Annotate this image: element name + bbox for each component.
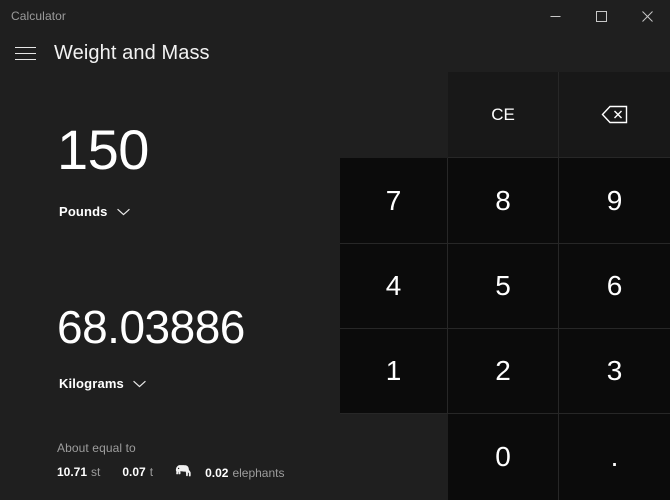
key-label: 8: [495, 184, 511, 216]
key-decimal[interactable]: .: [559, 414, 670, 500]
minimize-button[interactable]: [532, 0, 578, 32]
equivalent-stone: 10.71 st: [57, 464, 100, 480]
key-5[interactable]: 5: [448, 244, 559, 329]
key-8[interactable]: 8: [448, 158, 559, 244]
key-label: 9: [606, 184, 623, 216]
key-6[interactable]: 6: [559, 244, 670, 329]
key-3[interactable]: 3: [559, 329, 670, 414]
equivalent-tonne: 0.07 t: [122, 464, 153, 480]
window-controls: [532, 0, 670, 32]
maximize-icon: [595, 10, 607, 22]
about-equal-label: About equal to: [57, 441, 136, 455]
key-label: 3: [606, 355, 623, 386]
output-value[interactable]: 68.03886: [0, 300, 340, 354]
title-bar: Calculator: [0, 0, 670, 32]
key-label: 4: [385, 270, 402, 301]
equivalent-unit: elephants: [232, 466, 285, 480]
hamburger-bar: [15, 47, 36, 48]
backspace-button[interactable]: [559, 72, 670, 158]
close-button[interactable]: [624, 0, 670, 32]
input-unit-label: Pounds: [59, 204, 108, 219]
output-unit-label: Kilograms: [59, 376, 124, 391]
equivalent-value: 10.71: [57, 465, 88, 479]
hamburger-bar: [15, 53, 36, 54]
clear-entry-label: CE: [491, 104, 515, 124]
equivalent-value: 0.07: [122, 465, 146, 479]
key-label: 1: [385, 355, 402, 386]
keypad: CE 7 8 9 4 5 6 1 2 3 0 .: [340, 72, 670, 500]
maximize-button[interactable]: [578, 0, 624, 32]
key-label: 2: [495, 355, 511, 386]
chevron-down-icon: [133, 380, 146, 387]
key-label: 6: [606, 270, 623, 301]
input-unit-block: 150 Pounds: [0, 118, 340, 223]
equivalent-value: 0.02: [205, 466, 229, 480]
conversion-panel: 150 Pounds 68.03886 Kilograms About equa…: [0, 72, 340, 500]
key-2[interactable]: 2: [448, 329, 559, 414]
key-label: 5: [495, 270, 511, 301]
key-0[interactable]: 0: [448, 414, 559, 500]
key-label: 7: [385, 184, 402, 216]
chevron-down-icon: [116, 208, 130, 215]
minimize-icon: [550, 15, 560, 17]
input-unit-dropdown[interactable]: Pounds: [57, 200, 137, 223]
equivalent-elephants: 0.02 elephants: [175, 462, 284, 482]
hamburger-icon[interactable]: [4, 34, 48, 72]
input-value[interactable]: 150: [0, 118, 340, 182]
page-title: Weight and Mass: [54, 42, 210, 64]
key-label: .: [610, 441, 619, 472]
key-label: 0: [495, 441, 511, 472]
equivalent-unit: st: [91, 465, 101, 479]
key-4[interactable]: 4: [340, 244, 448, 329]
calculator-window: Calculator Weight and Mass 150 Pounds 68…: [0, 0, 670, 500]
hamburger-bar: [15, 59, 36, 60]
equivalent-unit: t: [149, 465, 154, 479]
output-unit-dropdown[interactable]: Kilograms: [57, 372, 153, 395]
about-equal-row: 10.71 st 0.07 t 0.02 elephants: [57, 463, 340, 481]
elephant-icon: [175, 464, 194, 484]
close-icon: [641, 10, 653, 22]
app-header: Weight and Mass: [0, 32, 670, 72]
key-1[interactable]: 1: [340, 329, 448, 414]
key-9[interactable]: 9: [559, 158, 670, 244]
backspace-icon: [601, 105, 628, 124]
app-title: Calculator: [11, 9, 67, 23]
output-unit-block: 68.03886 Kilograms: [0, 300, 340, 395]
key-7[interactable]: 7: [340, 158, 448, 244]
clear-entry-button[interactable]: CE: [448, 72, 559, 158]
about-equal-section: About equal to 10.71 st 0.07 t 0.02 elep…: [57, 440, 340, 481]
